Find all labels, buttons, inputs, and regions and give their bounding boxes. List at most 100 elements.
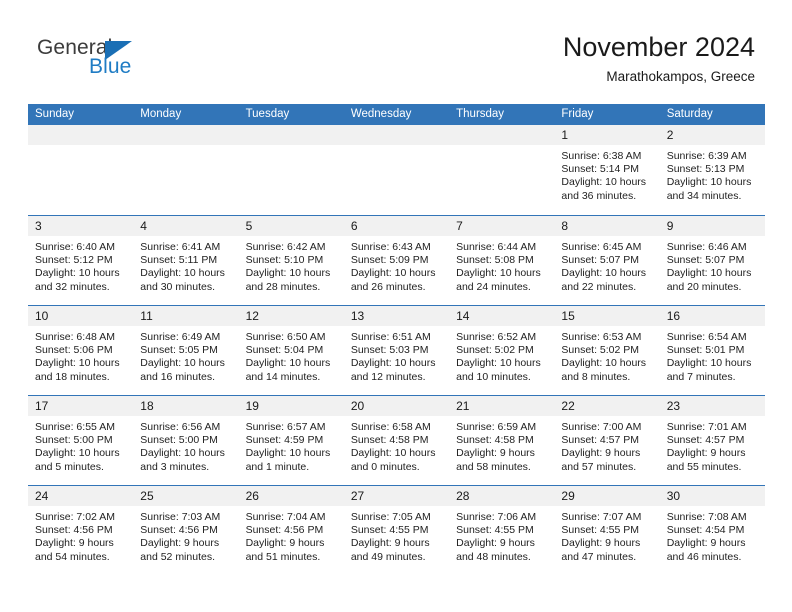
sunrise-text: Sunrise: 6:42 AM [245, 241, 326, 253]
day-sun-info: Sunrise: 6:46 AM Sunset: 5:07 PM Daylight:… [660, 236, 765, 294]
day-cell[interactable]: 13 Sunrise: 6:51 AM Sunset: 5:03 PM Dayligh… [343, 306, 450, 395]
sunset-text: Sunset: 4:55 PM [456, 524, 534, 537]
day-cell[interactable]: 10 Sunrise: 6:48 AM Sunset: 5:06 PM Dayligh… [28, 306, 134, 395]
day-number [28, 125, 134, 145]
day-cell[interactable]: 14 Sunrise: 6:52 AM Sunset: 5:02 PM Dayligh… [449, 306, 555, 395]
day-sun-info: Sunrise: 7:08 AM Sunset: 4:54 PM Daylight:… [660, 506, 765, 564]
weekday-header-row: Sunday Monday Tuesday Wednesday Thursday Frid… [28, 104, 765, 125]
sunset-text: Sunset: 4:56 PM [245, 524, 324, 537]
day-cell[interactable]: 7 Sunrise: 6:44 AM Sunset: 5:08 PM Daylight… [449, 216, 555, 305]
day-cell[interactable]: 15 Sunrise: 6:53 AM Sunset: 5:02 PM Dayligh… [554, 306, 660, 395]
day-cell-empty [133, 125, 239, 215]
day-number: 13 [343, 306, 450, 326]
day-number: 25 [133, 486, 239, 506]
day-cell[interactable]: 23 Sunrise: 7:01 AM Sunset: 4:57 PM Dayligh… [659, 396, 765, 485]
day-cell[interactable]: 3 Sunrise: 6:40 AM Sunset: 5:12 PM Daylight… [28, 216, 134, 305]
daylight-text-line2: and 18 minutes. [35, 370, 110, 383]
day-cell[interactable]: 11 Sunrise: 6:49 AM Sunset: 5:05 PM Dayligh… [133, 306, 239, 395]
sunrise-text: Sunrise: 7:05 AM [350, 511, 431, 523]
daylight-text-line1: Daylight: 10 hours [35, 357, 120, 370]
day-number: 8 [554, 216, 660, 236]
sunset-text: Sunset: 5:07 PM [666, 254, 745, 267]
day-cell[interactable]: 8 Sunrise: 6:45 AM Sunset: 5:07 PM Daylight… [554, 216, 660, 305]
day-number [449, 125, 555, 145]
day-number: 6 [343, 216, 450, 236]
daylight-text-line2: and 28 minutes. [245, 280, 321, 293]
calendar-page: General Blue November 2024 Marathokampos… [0, 0, 792, 612]
day-cell[interactable]: 1 Sunrise: 6:38 AM Sunset: 5:14 PM Daylight… [554, 125, 660, 215]
daylight-text-line1: Daylight: 9 hours [456, 447, 535, 460]
day-number [238, 125, 344, 145]
day-cell-empty [343, 125, 450, 215]
sunset-text: Sunset: 5:04 PM [245, 344, 324, 357]
title-block: November 2024 Marathokampos, Greece [563, 31, 755, 85]
sunset-text: Sunset: 4:57 PM [666, 434, 745, 447]
daylight-text-line1: Daylight: 10 hours [350, 267, 436, 280]
day-sun-info: Sunrise: 6:58 AM Sunset: 4:58 PM Daylight:… [344, 416, 449, 474]
day-cell[interactable]: 17 Sunrise: 6:55 AM Sunset: 5:00 PM Dayligh… [28, 396, 134, 485]
weekday-header-tuesday: Tuesday [245, 108, 290, 120]
sunrise-text: Sunrise: 6:58 AM [350, 421, 431, 433]
daylight-text-line1: Daylight: 10 hours [140, 357, 225, 370]
day-cell[interactable]: 30 Sunrise: 7:08 AM Sunset: 4:54 PM Dayligh… [659, 486, 765, 575]
day-cell[interactable]: 6 Sunrise: 6:43 AM Sunset: 5:09 PM Daylight… [343, 216, 450, 305]
sunset-text: Sunset: 5:07 PM [561, 254, 640, 267]
day-cell[interactable]: 26 Sunrise: 7:04 AM Sunset: 4:56 PM Dayligh… [238, 486, 344, 575]
day-cell[interactable]: 27 Sunrise: 7:05 AM Sunset: 4:55 PM Dayligh… [343, 486, 450, 575]
sunrise-text: Sunrise: 6:49 AM [140, 331, 221, 343]
day-cell[interactable]: 12 Sunrise: 6:50 AM Sunset: 5:04 PM Dayligh… [238, 306, 344, 395]
daylight-text-line2: and 24 minutes. [456, 280, 531, 293]
day-cell[interactable]: 5 Sunrise: 6:42 AM Sunset: 5:10 PM Daylight… [238, 216, 344, 305]
day-cell[interactable]: 4 Sunrise: 6:41 AM Sunset: 5:11 PM Daylight… [133, 216, 239, 305]
day-sun-info: Sunrise: 6:48 AM Sunset: 5:06 PM Daylight:… [28, 326, 133, 384]
daylight-text-line2: and 22 minutes. [561, 280, 637, 293]
day-cell[interactable]: 25 Sunrise: 7:03 AM Sunset: 4:56 PM Dayligh… [133, 486, 239, 575]
sunrise-text: Sunrise: 6:53 AM [561, 331, 642, 343]
week-row: 10 Sunrise: 6:48 AM Sunset: 5:06 PM Dayligh… [28, 305, 765, 395]
sunset-text: Sunset: 5:00 PM [140, 434, 218, 447]
weekday-header-saturday: Saturday [666, 108, 713, 120]
day-number: 30 [659, 486, 765, 506]
day-cell[interactable]: 24 Sunrise: 7:02 AM Sunset: 4:56 PM Dayligh… [28, 486, 134, 575]
daylight-text-line1: Daylight: 9 hours [561, 447, 641, 460]
day-cell[interactable]: 21 Sunrise: 6:59 AM Sunset: 4:58 PM Dayligh… [449, 396, 555, 485]
daylight-text-line2: and 36 minutes. [561, 189, 637, 202]
weekday-header-sunday: Sunday [35, 108, 75, 120]
sunrise-text: Sunrise: 6:48 AM [35, 331, 115, 343]
day-cell[interactable]: 20 Sunrise: 6:58 AM Sunset: 4:58 PM Dayligh… [343, 396, 450, 485]
day-number: 10 [28, 306, 134, 326]
day-number: 23 [659, 396, 765, 416]
sunset-text: Sunset: 5:12 PM [35, 254, 113, 267]
daylight-text-line1: Daylight: 10 hours [561, 357, 647, 370]
day-cell[interactable]: 28 Sunrise: 7:06 AM Sunset: 4:55 PM Dayligh… [449, 486, 555, 575]
day-cell[interactable]: 19 Sunrise: 6:57 AM Sunset: 4:59 PM Dayligh… [238, 396, 344, 485]
daylight-text-line1: Daylight: 9 hours [140, 537, 220, 550]
day-number: 2 [659, 125, 765, 145]
sunset-text: Sunset: 5:01 PM [666, 344, 745, 357]
daylight-text-line1: Daylight: 10 hours [245, 357, 331, 370]
daylight-text-line1: Daylight: 9 hours [35, 537, 114, 550]
day-sun-info: Sunrise: 7:04 AM Sunset: 4:56 PM Daylight:… [239, 506, 344, 564]
day-cell[interactable]: 9 Sunrise: 6:46 AM Sunset: 5:07 PM Daylight… [659, 216, 765, 305]
weekday-header-friday: Friday [561, 108, 594, 120]
weekday-header-thursday: Thursday [456, 108, 505, 120]
day-number: 11 [133, 306, 239, 326]
day-cell[interactable]: 29 Sunrise: 7:07 AM Sunset: 4:55 PM Dayligh… [554, 486, 660, 575]
daylight-text-line2: and 49 minutes. [350, 550, 426, 563]
daylight-text-line2: and 26 minutes. [350, 280, 426, 293]
brand-logo[interactable]: General Blue [37, 36, 197, 86]
daylight-text-line2: and 54 minutes. [35, 550, 110, 563]
day-cell[interactable]: 16 Sunrise: 6:54 AM Sunset: 5:01 PM Dayligh… [659, 306, 765, 395]
day-cell[interactable]: 18 Sunrise: 6:56 AM Sunset: 5:00 PM Dayligh… [133, 396, 239, 485]
sunrise-text: Sunrise: 7:00 AM [561, 421, 642, 433]
day-cell[interactable]: 22 Sunrise: 7:00 AM Sunset: 4:57 PM Dayligh… [554, 396, 660, 485]
page-subtitle: Marathokampos, Greece [606, 69, 755, 84]
day-cell[interactable]: 2 Sunrise: 6:39 AM Sunset: 5:13 PM Daylight… [659, 125, 765, 215]
sunrise-text: Sunrise: 7:07 AM [561, 511, 642, 523]
week-row: 17 Sunrise: 6:55 AM Sunset: 5:00 PM Dayligh… [28, 395, 765, 485]
day-number: 9 [659, 216, 765, 236]
day-cell-empty [238, 125, 344, 215]
day-number: 4 [133, 216, 239, 236]
daylight-text-line2: and 7 minutes. [666, 370, 736, 383]
day-number: 22 [554, 396, 660, 416]
